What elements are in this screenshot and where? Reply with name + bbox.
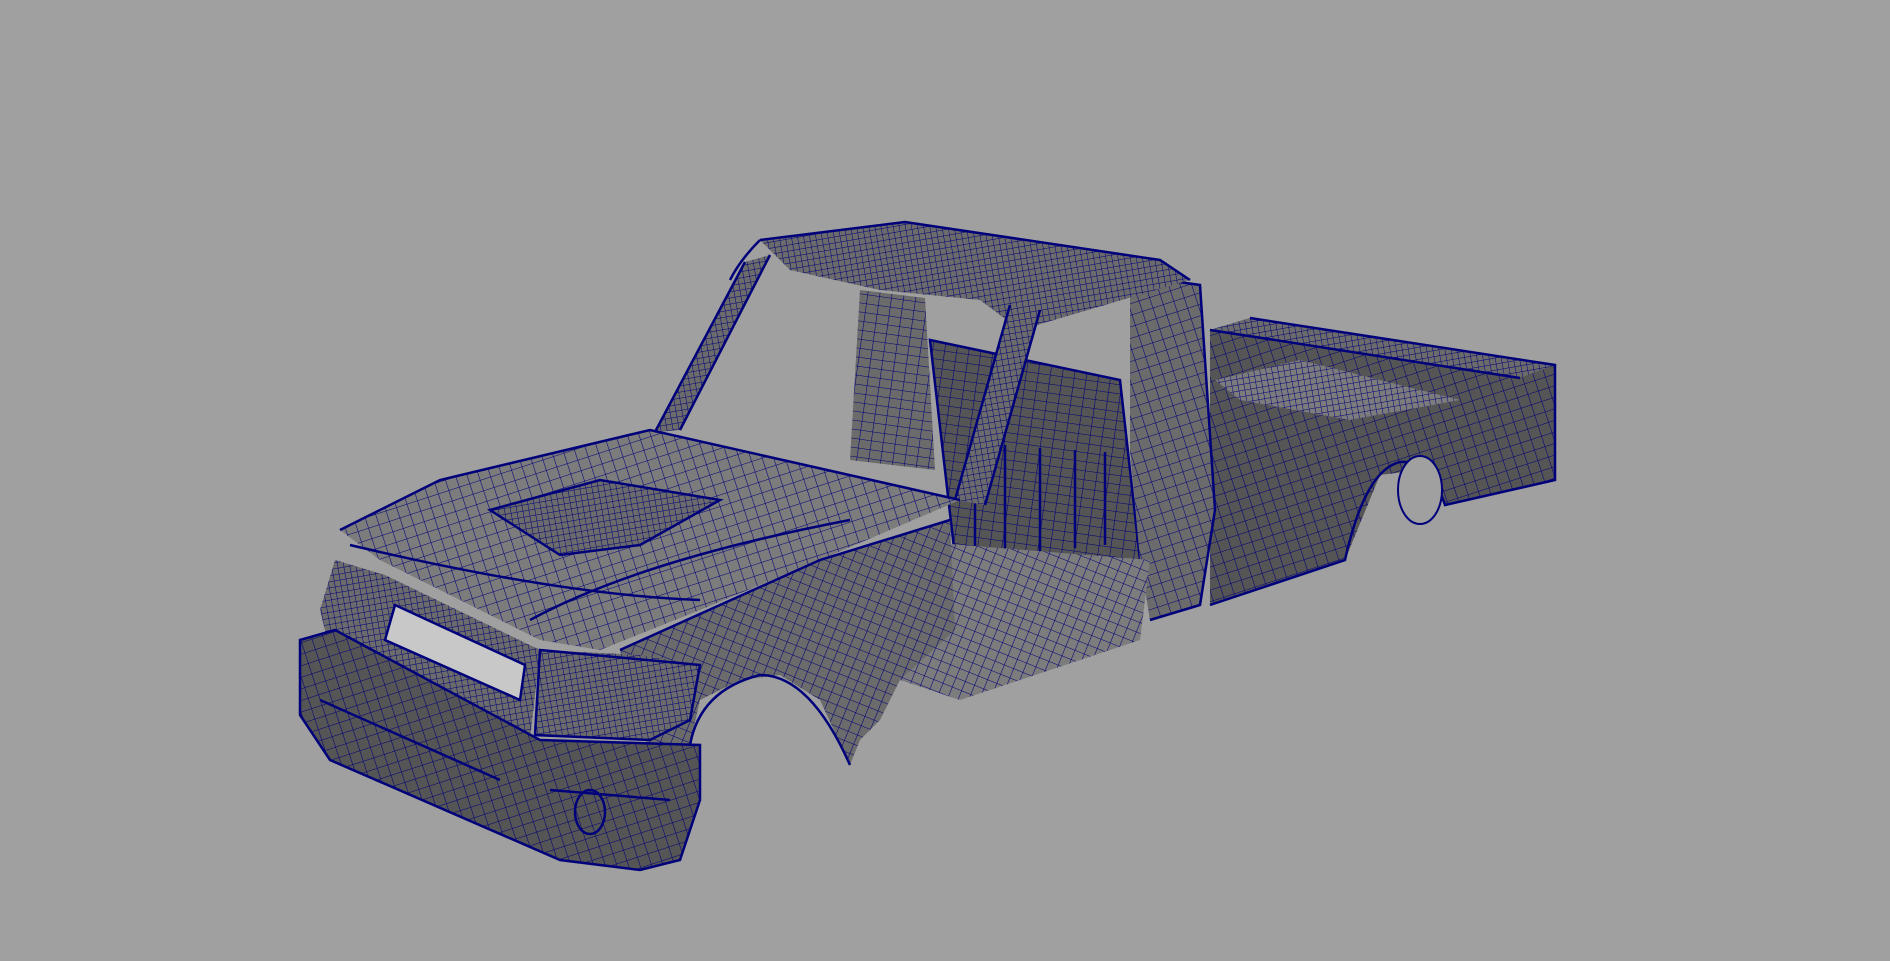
a-pillar[interactable] <box>653 254 772 433</box>
truck-bed[interactable] <box>1209 316 1557 607</box>
headlight[interactable] <box>533 648 702 742</box>
inner-pillar[interactable] <box>850 290 935 470</box>
cab-roof[interactable] <box>728 220 1191 330</box>
3d-viewport[interactable] <box>0 0 1890 961</box>
truck-model-wireframe[interactable] <box>0 0 1890 961</box>
